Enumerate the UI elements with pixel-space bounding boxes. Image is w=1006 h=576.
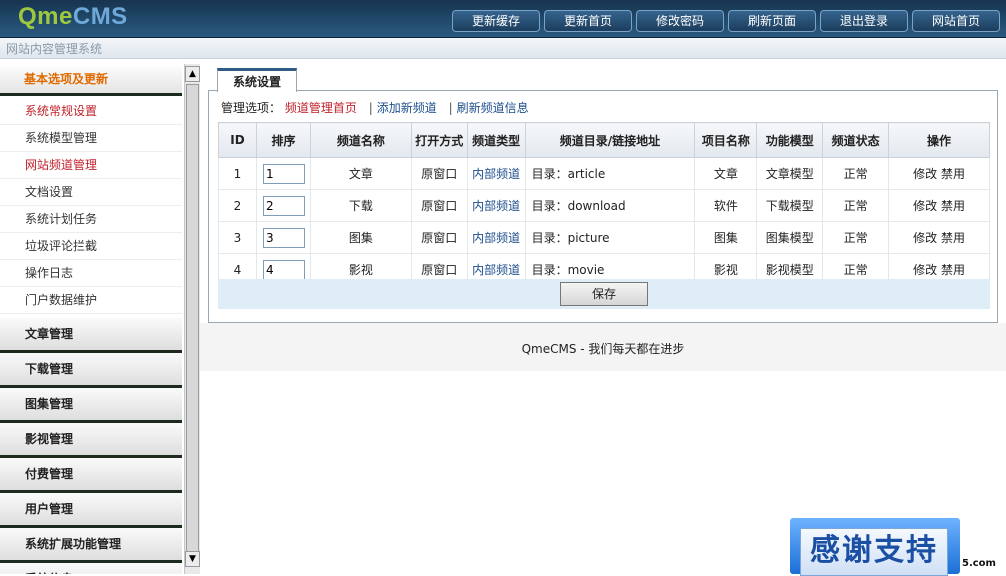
management-options: 管理选项： 频道管理首页 | 添加新频道 | 刷新频道信息: [221, 101, 529, 115]
channel-type-link[interactable]: 内部频道: [466, 189, 526, 222]
col-channel-type: 频道类型: [466, 122, 526, 158]
row-actions[interactable]: 修改 禁用: [888, 221, 990, 254]
refresh-page-button[interactable]: 刷新页面: [728, 10, 816, 32]
table-row: 1 文章 原窗口 内部频道 目录：article 文章 文章模型 正常 修改 禁…: [218, 157, 990, 190]
channel-home-link[interactable]: 频道管理首页: [285, 101, 357, 115]
table-row: 2 下载 原窗口 内部频道 目录：download 软件 下载模型 正常 修改 …: [218, 189, 990, 222]
thanks-badge: 感谢支持: [790, 518, 960, 576]
top-header: QmeCMS 更新缓存 更新首页 修改密码 刷新页面 退出登录 网站首页: [0, 0, 1006, 38]
scroll-thumb[interactable]: [186, 84, 199, 552]
top-nav: 更新缓存 更新首页 修改密码 刷新页面 退出登录 网站首页: [452, 10, 1000, 32]
col-id: ID: [218, 122, 257, 158]
order-input[interactable]: [262, 195, 305, 216]
channel-type-link[interactable]: 内部频道: [466, 157, 526, 190]
col-open-mode: 打开方式: [410, 122, 468, 158]
tab-system-settings[interactable]: 系统设置: [217, 68, 297, 92]
sidebar-group-articles[interactable]: 文章管理: [0, 318, 182, 353]
update-cache-button[interactable]: 更新缓存: [452, 10, 540, 32]
col-model: 功能模型: [756, 122, 824, 158]
sidebar-item-model-management[interactable]: 系统模型管理: [0, 125, 182, 152]
system-subtitle: 网站内容管理系统: [6, 42, 103, 56]
footer-slogan: QmeCMS - 我们每天都在进步: [200, 323, 1006, 371]
sub-title-bar: 网站内容管理系统: [0, 38, 1006, 59]
site-home-button[interactable]: 网站首页: [912, 10, 1000, 32]
scroll-up-icon[interactable]: ▲: [185, 66, 200, 82]
save-bar: 保存: [218, 279, 990, 309]
table-row: 3 图集 原窗口 内部频道 目录：picture 图集 图集模型 正常 修改 禁…: [218, 221, 990, 254]
sidebar-item-channel-management[interactable]: 网站频道管理: [0, 152, 182, 179]
col-order: 排序: [255, 122, 311, 158]
sidebar-group-movies[interactable]: 影视管理: [0, 423, 182, 458]
sidebar-item-operation-log[interactable]: 操作日志: [0, 260, 182, 287]
col-actions: 操作: [888, 122, 990, 158]
sidebar: 基本选项及更新 系统常规设置 系统模型管理 网站频道管理 文档设置 系统计划任务…: [0, 63, 182, 574]
col-status: 频道状态: [822, 122, 890, 158]
sidebar-group-system-info[interactable]: 系统信息: [0, 563, 182, 574]
sidebar-item-system-settings[interactable]: 系统常规设置: [0, 98, 182, 125]
table-header-row: ID 排序 频道名称 打开方式 频道类型 频道目录/链接地址 项目名称 功能模型…: [218, 122, 990, 158]
sidebar-group-users[interactable]: 用户管理: [0, 493, 182, 528]
save-button[interactable]: 保存: [560, 282, 648, 306]
main-content: 系统设置 管理选项： 频道管理首页 | 添加新频道 | 刷新频道信息 ID 排序 频…: [200, 58, 1006, 574]
options-label: 管理选项：: [221, 101, 282, 115]
refresh-channel-link[interactable]: 刷新频道信息: [457, 101, 529, 115]
order-input[interactable]: [262, 163, 305, 184]
logo: QmeCMS: [18, 3, 128, 30]
sidebar-group-downloads[interactable]: 下载管理: [0, 353, 182, 388]
channel-table: ID 排序 频道名称 打开方式 频道类型 频道目录/链接地址 项目名称 功能模型…: [218, 122, 990, 286]
row-actions[interactable]: 修改 禁用: [888, 189, 990, 222]
col-channel-name: 频道名称: [309, 122, 412, 158]
change-password-button[interactable]: 修改密码: [636, 10, 724, 32]
sidebar-item-portal-data[interactable]: 门户数据维护: [0, 287, 182, 314]
sidebar-sub-list: 系统常规设置 系统模型管理 网站频道管理 文档设置 系统计划任务 垃圾评论拦截 …: [0, 96, 182, 318]
update-homepage-button[interactable]: 更新首页: [544, 10, 632, 32]
col-channel-dir: 频道目录/链接地址: [524, 122, 696, 158]
thanks-badge-text: 感谢支持: [800, 528, 948, 576]
sidebar-group-galleries[interactable]: 图集管理: [0, 388, 182, 423]
sidebar-scrollbar[interactable]: ▲ ▼: [184, 64, 200, 574]
order-input[interactable]: [262, 227, 305, 248]
col-item-name: 项目名称: [694, 122, 758, 158]
sidebar-item-scheduled-tasks[interactable]: 系统计划任务: [0, 206, 182, 233]
sidebar-section-basic-options[interactable]: 基本选项及更新: [0, 63, 182, 96]
add-channel-link[interactable]: 添加新频道: [377, 101, 437, 115]
channel-panel: 管理选项： 频道管理首页 | 添加新频道 | 刷新频道信息 ID 排序 频道名称 打…: [208, 90, 998, 323]
row-actions[interactable]: 修改 禁用: [888, 157, 990, 190]
order-input[interactable]: [262, 259, 305, 280]
sidebar-group-extensions[interactable]: 系统扩展功能管理: [0, 528, 182, 563]
sidebar-item-document-settings[interactable]: 文档设置: [0, 179, 182, 206]
scroll-down-icon[interactable]: ▼: [185, 551, 200, 567]
channel-type-link[interactable]: 内部频道: [466, 221, 526, 254]
logout-button[interactable]: 退出登录: [820, 10, 908, 32]
sidebar-group-payments[interactable]: 付费管理: [0, 458, 182, 493]
sidebar-item-spam-filter[interactable]: 垃圾评论拦截: [0, 233, 182, 260]
badge-watermark: 5.com: [962, 558, 996, 569]
